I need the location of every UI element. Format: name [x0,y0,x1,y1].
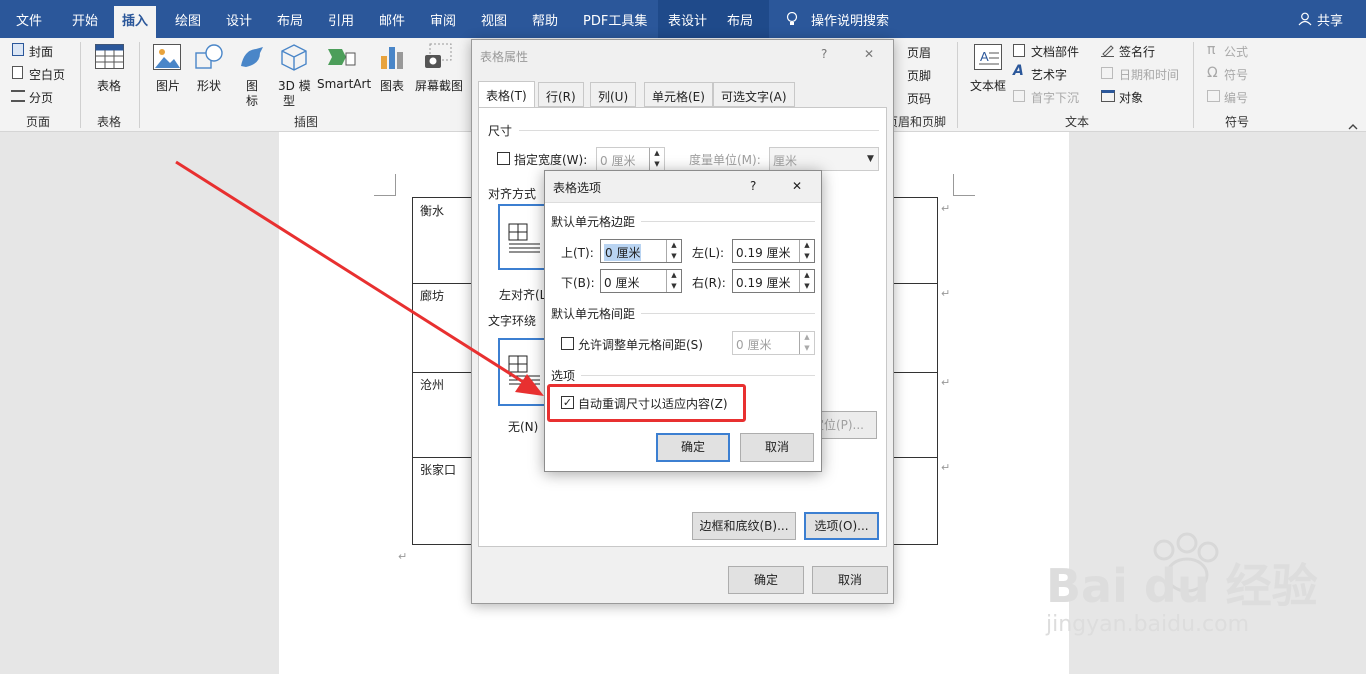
red-arrow-annotation [175,160,544,396]
